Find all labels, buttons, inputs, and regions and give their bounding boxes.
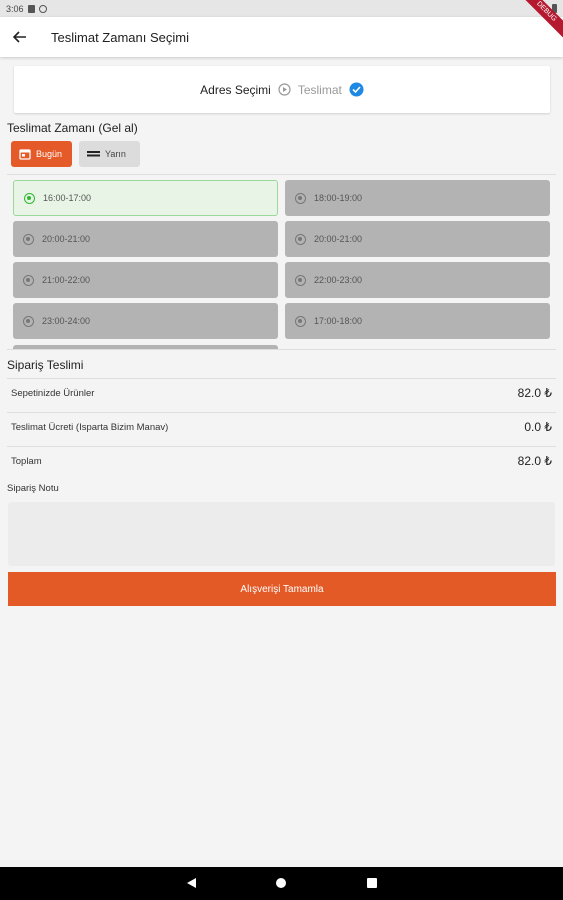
nav-back-icon[interactable] [187,878,196,888]
radio-icon [295,274,306,286]
step-address-label[interactable]: Adres Seçimi [200,83,271,97]
radio-selected-icon [24,192,35,204]
divider [7,412,556,413]
divider [7,174,556,175]
summary-row-items: Sepetinizde Ürünler 82.0 ₺ [11,386,552,400]
radio-icon [295,233,306,245]
status-bar: 3:06 [0,0,563,17]
radio-icon [295,192,306,204]
summary-value: 82.0 ₺ [517,454,552,468]
summary-row-total: Toplam 82.0 ₺ [11,454,552,468]
time-slot-label: 17:00-18:00 [314,316,363,326]
summary-label: Sepetinizde Ürünler [11,387,95,399]
time-slot-label: 20:00-21:00 [314,234,363,244]
time-slot-label: 21:00-22:00 [42,275,91,285]
radio-icon [23,233,34,245]
radio-icon [295,315,306,327]
time-slot-label: 16:00-17:00 [43,193,92,203]
check-circle-icon [349,82,364,97]
system-nav-bar [0,867,563,900]
summary-label: Toplam [11,455,42,467]
order-note-label: Sipariş Notu [7,483,59,494]
sim-icon [27,4,35,13]
summary-label: Teslimat Ücreti (Isparta Bizim Manav) [11,421,169,433]
calendar-icon [19,149,31,160]
delivery-time-title: Teslimat Zamanı (Gel al) [7,121,138,135]
time-slot-label: 18:00-19:00 [314,193,363,203]
summary-row-delivery-fee: Teslimat Ücreti (Isparta Bizim Manav) 0.… [11,420,552,434]
divider [7,446,556,447]
time-slot[interactable]: 16:00-17:00 [13,180,278,216]
day-tomorrow-button[interactable]: Yarın [79,141,140,167]
time-slot[interactable]: 20:00-21:00 [13,221,278,257]
page-title: Teslimat Zamanı Seçimi [51,29,189,45]
day-today-label: Bugün [36,149,63,159]
status-time: 3:06 [6,3,24,14]
list-icon [87,151,100,157]
step-delivery-label[interactable]: Teslimat [298,83,342,97]
radio-icon [23,315,34,327]
time-slot-label: 23:00-24:00 [42,316,91,326]
nav-recents-icon[interactable] [367,878,377,888]
time-slot[interactable]: 22:00-23:00 [285,262,550,298]
step-pending-icon [278,83,291,96]
checkout-stepper: Adres Seçimi Teslimat [14,66,550,113]
time-slot-label: 20:00-21:00 [42,234,91,244]
day-tomorrow-label: Yarın [105,149,126,159]
day-today-button[interactable]: Bugün [11,141,72,167]
divider [7,378,556,379]
order-summary-title: Sipariş Teslimi [7,358,84,372]
summary-value: 0.0 ₺ [524,420,552,434]
time-slot-grid: 16:00-17:00 18:00-19:00 20:00-21:00 20:0… [11,178,553,349]
time-slot-label: 22:00-23:00 [314,275,363,285]
radio-icon [23,274,34,286]
time-slot[interactable]: 21:00-22:00 [13,262,278,298]
data-saver-icon [38,4,47,13]
arrow-left-icon [13,31,26,43]
divider [7,349,556,350]
nav-home-icon[interactable] [276,878,286,888]
complete-order-button[interactable]: Alışverişi Tamamla [8,572,556,606]
time-slot[interactable]: 23:00-24:00 [13,303,278,339]
order-note-input[interactable] [8,502,555,566]
summary-value: 82.0 ₺ [517,386,552,400]
time-slot[interactable]: 20:00-21:00 [285,221,550,257]
time-slot[interactable]: 17:00-18:00 [285,303,550,339]
time-slot[interactable]: 18:00-19:00 [285,180,550,216]
app-bar: Teslimat Zamanı Seçimi [0,17,563,57]
back-button[interactable] [0,17,40,57]
